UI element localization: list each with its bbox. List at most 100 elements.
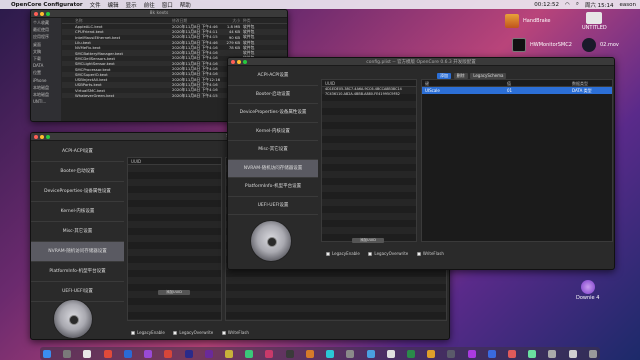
desktop-icon-hwmonitor[interactable]: HWMonitorSMC2 (512, 38, 572, 52)
timer-status[interactable]: 00:12:52 (534, 2, 559, 8)
app-dock-icon[interactable] (305, 349, 314, 358)
chrome-dock-icon[interactable] (103, 349, 112, 358)
app-dock-icon[interactable] (427, 349, 436, 358)
app-dock-icon[interactable] (386, 349, 395, 358)
menu-view[interactable]: 显示 (126, 1, 137, 9)
safari-dock-icon[interactable] (83, 349, 92, 358)
legacy-overwrite-checkbox[interactable]: LegacyOverwrite (368, 251, 408, 256)
podcast-dock-icon[interactable] (144, 349, 153, 358)
title-bar[interactable]: config.plist -- 官方模版 OpenCore 0.6.3 开发版配… (228, 58, 614, 66)
sidebar-item-desktop[interactable]: 桌面 (33, 42, 59, 49)
opencore-configurator-dock-icon[interactable] (447, 349, 456, 358)
desktop-icon-handbrake[interactable]: HandBrake (505, 14, 551, 28)
search-icon[interactable]: ⌕ (576, 1, 579, 8)
nav-acpi[interactable]: ACPI-ACPI设置 (31, 142, 124, 162)
menu-go[interactable]: 前往 (144, 1, 155, 9)
zoom-button[interactable] (46, 134, 50, 139)
sidebar-item-iphone[interactable]: iPhone (33, 78, 59, 85)
nav-booter[interactable]: Booter-启动设置 (31, 162, 124, 182)
nav-misc[interactable]: Misc-其它设置 (228, 141, 318, 160)
add-uuid-button[interactable]: 添加UUID (352, 238, 384, 243)
nav-booter[interactable]: Booter-启动设置 (228, 86, 318, 104)
col-key[interactable]: 键 (422, 80, 507, 86)
app-dock-icon[interactable] (265, 349, 274, 358)
terminal-dock-icon[interactable] (285, 349, 294, 358)
nav-deviceproperties[interactable]: DeviceProperties-设备属性设置 (228, 104, 318, 123)
sidebar-item-applications[interactable]: 应用程序 (33, 34, 59, 41)
legacy-overwrite-checkbox[interactable]: LegacyOverwrite (173, 330, 213, 335)
finder-dock-icon[interactable] (43, 349, 51, 358)
zoom-button[interactable] (243, 59, 247, 64)
zoom-button[interactable] (46, 11, 50, 16)
illustrator-dock-icon[interactable] (224, 349, 233, 358)
launchpad-dock-icon[interactable] (63, 349, 72, 358)
menu-edit[interactable]: 编辑 (108, 1, 119, 9)
nav-kernel[interactable]: Kernel-内核设置 (31, 202, 124, 222)
legacy-enable-checkbox[interactable]: LegacyEnable (131, 330, 165, 335)
app-dock-icon[interactable] (366, 349, 375, 358)
desktop-icon-mov[interactable]: 02.mov (582, 38, 619, 52)
table-row[interactable]: UIScale 01 DATA 类型 (422, 87, 612, 94)
close-button[interactable] (231, 59, 235, 64)
write-flash-checkbox[interactable]: WriteFlash (416, 251, 444, 256)
app-dock-icon[interactable] (467, 349, 476, 358)
nav-platforminfo[interactable]: PlatformInfo-机型平台设置 (228, 178, 318, 197)
sidebar-item-untitled[interactable]: UNTI... (33, 99, 59, 106)
col-name[interactable]: 名称 (62, 18, 172, 24)
close-button[interactable] (34, 11, 38, 16)
col-kind[interactable]: 种类 (240, 18, 260, 24)
app-dock-icon[interactable] (487, 349, 496, 358)
mail-dock-icon[interactable] (123, 349, 132, 358)
premiere-dock-icon[interactable] (184, 349, 193, 358)
app-dock-icon[interactable] (548, 349, 557, 358)
app-dock-icon[interactable] (406, 349, 415, 358)
col-size[interactable]: 大小 (222, 18, 240, 24)
app-menu[interactable]: OpenCore Configurator (11, 2, 83, 8)
col-value[interactable]: 值 (507, 80, 572, 86)
minimize-button[interactable] (237, 59, 241, 64)
finder-sidebar: 个人收藏 最近使用 应用程序 桌面 文稿 下载 DATA 位置 iPhone 本… (31, 18, 61, 121)
nav-kernel[interactable]: Kernel-内核设置 (228, 123, 318, 141)
user-menu[interactable]: eason (620, 2, 636, 8)
app-dock-icon[interactable] (528, 349, 537, 358)
desktop-icon-untitled[interactable]: UNTITLED (582, 12, 607, 31)
legacy-enable-checkbox[interactable]: LegacyEnable (326, 251, 360, 256)
app-dock-icon[interactable] (508, 349, 517, 358)
sidebar-item-data[interactable]: DATA (33, 63, 59, 70)
col-date[interactable]: 修改日期 (172, 18, 222, 24)
app-dock-icon[interactable] (245, 349, 254, 358)
uuid-row[interactable]: 7C436110-AB2A-4BBB-A880-FE41995C9F82 (322, 92, 416, 97)
col-type[interactable]: 数据类型 (572, 80, 612, 86)
nav-nvram[interactable]: NVRAM-随机访问存储器设置 (31, 242, 124, 262)
settings-dock-icon[interactable] (346, 349, 355, 358)
nav-platforminfo[interactable]: PlatformInfo-机型平台设置 (31, 262, 124, 282)
finder-title: 8k kexts (149, 11, 169, 16)
desktop-icon-downie[interactable]: Downie 4 (576, 280, 599, 301)
nav-deviceproperties[interactable]: DeviceProperties-设备属性设置 (31, 182, 124, 202)
sidebar-item-downloads[interactable]: 下载 (33, 56, 59, 63)
sidebar-item-recents[interactable]: 最近使用 (33, 27, 59, 34)
menu-window[interactable]: 窗口 (162, 1, 173, 9)
wifi-icon[interactable]: ◠ (565, 2, 570, 8)
minimize-button[interactable] (40, 11, 44, 16)
nav-nvram[interactable]: NVRAM-随机访问存储器设置 (228, 159, 318, 178)
app-dock-icon[interactable] (326, 349, 335, 358)
photoshop-dock-icon[interactable] (164, 349, 173, 358)
menu-help[interactable]: 帮助 (180, 1, 191, 9)
nav-acpi[interactable]: ACPI-ACPI设置 (228, 67, 318, 86)
minimize-button[interactable] (40, 134, 44, 139)
aftereffects-dock-icon[interactable] (204, 349, 213, 358)
nav-uefi[interactable]: UEFI-UEFI设置 (228, 197, 318, 215)
sidebar-item-documents[interactable]: 文稿 (33, 49, 59, 56)
file-size: 78 KB (228, 45, 240, 51)
nav-misc[interactable]: Misc-其它设置 (31, 222, 124, 242)
trash-dock-icon[interactable] (588, 349, 597, 358)
sidebar-item-disk2[interactable]: 本地磁盘 (33, 92, 59, 99)
write-flash-checkbox[interactable]: WriteFlash (221, 330, 249, 335)
add-uuid-button[interactable]: 添加UUID (158, 290, 190, 295)
clock[interactable]: 周六 15:14 (585, 1, 614, 9)
downloads-dock-icon[interactable] (568, 349, 577, 358)
menu-file[interactable]: 文件 (90, 1, 101, 9)
close-button[interactable] (34, 134, 38, 139)
sidebar-item-disk1[interactable]: 本地磁盘 (33, 85, 59, 92)
